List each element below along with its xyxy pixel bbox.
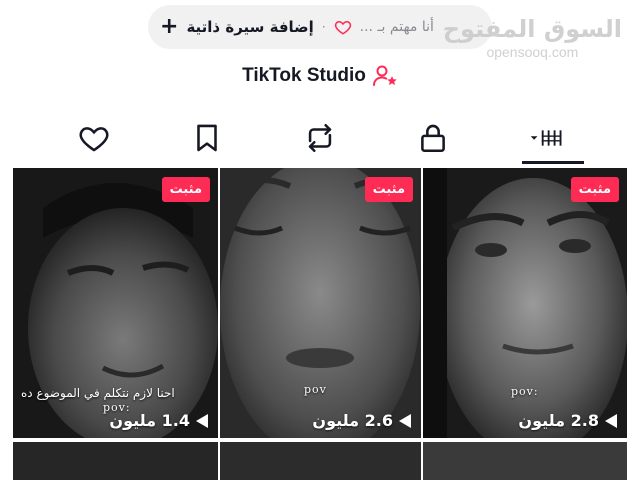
view-count: 2.8 مليون bbox=[518, 411, 617, 430]
separator-dot: · bbox=[321, 20, 326, 34]
pinned-badge: مثبت bbox=[161, 177, 210, 202]
interests-button[interactable]: أنا مهتم بـ ... bbox=[360, 19, 434, 35]
play-icon bbox=[196, 413, 208, 428]
repost-icon bbox=[308, 123, 332, 153]
play-icon bbox=[605, 413, 617, 428]
pinned-badge: مثبت bbox=[364, 177, 413, 202]
add-bio-button[interactable]: إضافة سيرة ذاتية bbox=[186, 18, 313, 36]
tab-reposts[interactable] bbox=[290, 112, 350, 164]
bookmark-icon bbox=[197, 124, 217, 152]
video-tile[interactable]: مثبت احنا لازم نتكلم في الموضوع ده pov: … bbox=[13, 168, 218, 438]
view-count-label: 2.6 مليون bbox=[312, 411, 393, 430]
tiktok-studio-link[interactable]: TikTok Studio bbox=[0, 62, 640, 90]
view-count-label: 2.8 مليون bbox=[518, 411, 599, 430]
overlay-text: pov: bbox=[511, 385, 539, 398]
bio-bar: + إضافة سيرة ذاتية · أنا مهتم بـ ... bbox=[148, 5, 492, 49]
lock-icon bbox=[420, 124, 445, 153]
watermark-latin: opensooq.com bbox=[486, 44, 579, 61]
overlay-text: pov bbox=[304, 383, 327, 396]
pinned-badge: مثبت bbox=[570, 177, 619, 202]
video-tile[interactable]: مثبت pov 2.6 مليون bbox=[220, 168, 421, 438]
opensooq-watermark: السوق المفتوح opensooq.com bbox=[442, 15, 622, 61]
studio-label: TikTok Studio bbox=[242, 65, 366, 86]
add-icon[interactable]: + bbox=[160, 16, 178, 38]
tab-liked[interactable] bbox=[64, 112, 124, 164]
video-tile[interactable]: مثبت pov: 2.8 مليون bbox=[423, 168, 627, 438]
view-count-label: 1.4 مليون bbox=[109, 411, 190, 430]
video-grid: مثبت pov: 2.8 مليون مثبت pov 2.6 مليون م… bbox=[13, 168, 627, 480]
video-thumbnail bbox=[220, 168, 421, 438]
video-caption: احنا لازم نتكلم في الموضوع ده bbox=[21, 386, 175, 400]
person-star-icon bbox=[372, 65, 397, 86]
video-tile[interactable] bbox=[423, 442, 627, 480]
heart-outline-icon bbox=[334, 20, 351, 35]
video-tile[interactable] bbox=[13, 442, 218, 480]
grid-icon bbox=[530, 130, 562, 146]
tab-videos[interactable] bbox=[516, 112, 584, 164]
play-icon bbox=[399, 413, 411, 428]
view-count: 1.4 مليون bbox=[109, 411, 208, 430]
video-tile[interactable] bbox=[220, 442, 421, 480]
view-count: 2.6 مليون bbox=[312, 411, 411, 430]
tab-private[interactable] bbox=[403, 112, 463, 164]
heart-icon bbox=[79, 127, 109, 152]
profile-tabs bbox=[0, 112, 640, 164]
tab-saved[interactable] bbox=[177, 112, 237, 164]
watermark-arabic: السوق المفتوح bbox=[442, 15, 622, 43]
